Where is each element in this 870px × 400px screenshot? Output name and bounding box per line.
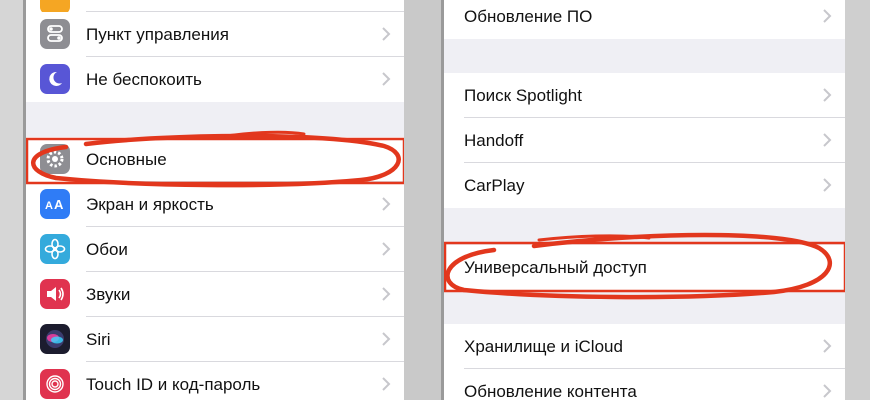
settings-row-do-not-disturb[interactable]: Не беспокоить <box>26 57 407 102</box>
settings-row-siri[interactable]: Siri <box>26 317 407 362</box>
flower-icon <box>40 234 70 264</box>
chevron-right-icon <box>823 384 832 398</box>
svg-text:A: A <box>45 200 53 212</box>
settings-row-label: Touch ID и код-пароль <box>86 374 261 394</box>
control-center-icon <box>40 19 70 49</box>
settings-row-label: Хранилище и iCloud <box>464 336 623 356</box>
moon-icon <box>40 64 70 94</box>
settings-row-label: Обои <box>86 239 128 259</box>
siri-icon <box>40 324 70 354</box>
settings-row-storage-icloud[interactable]: Хранилище и iCloud <box>444 324 848 369</box>
settings-row-handoff[interactable]: Handoff <box>444 118 848 163</box>
chevron-right-icon <box>823 339 832 353</box>
settings-row-sounds[interactable]: Звуки <box>26 272 407 317</box>
settings-row-label: Не беспокоить <box>86 69 202 89</box>
fingerprint-icon <box>40 369 70 399</box>
chevron-right-icon <box>382 377 391 391</box>
settings-row-label: Основные <box>86 149 167 169</box>
settings-row-label: Siri <box>86 329 111 349</box>
right-settings-screen: Обновление ПО Поиск Spotlight Handoff Ca… <box>441 0 848 400</box>
left-settings-screen: Пункт управления Не беспокоить Основные … <box>23 0 410 400</box>
settings-row-label: Поиск Spotlight <box>464 85 582 105</box>
chevron-right-icon <box>382 287 391 301</box>
chevron-right-icon <box>823 9 832 23</box>
chevron-right-icon <box>382 242 391 256</box>
settings-row-label: Handoff <box>464 130 524 150</box>
phone-frame-edge <box>845 0 870 400</box>
chevron-right-icon <box>382 332 391 346</box>
text-size-icon: A A <box>40 189 70 219</box>
gear-icon <box>40 144 70 174</box>
settings-row-label: CarPlay <box>464 175 525 195</box>
chevron-right-icon <box>823 133 832 147</box>
settings-row-label: Пункт управления <box>86 24 229 44</box>
settings-row-general[interactable]: Основные <box>26 137 407 182</box>
settings-row-background-refresh[interactable]: Обновление контента <box>444 369 848 400</box>
svg-text:A: A <box>54 197 64 212</box>
chevron-right-icon <box>382 27 391 41</box>
chevron-right-icon <box>823 178 832 192</box>
chevron-right-icon <box>823 88 832 102</box>
settings-row-label: Звуки <box>86 284 131 304</box>
settings-row-software-update[interactable]: Обновление ПО <box>444 0 848 39</box>
settings-row-control-center[interactable]: Пункт управления <box>26 12 407 57</box>
phone-frame-gap <box>404 0 441 400</box>
settings-row-label: Экран и яркость <box>86 194 214 214</box>
settings-row-accessibility[interactable]: Универсальный доступ <box>444 245 848 290</box>
chevron-right-icon <box>382 197 391 211</box>
settings-row-label: Обновление ПО <box>464 6 593 26</box>
settings-row-label: Универсальный доступ <box>464 257 647 277</box>
speaker-icon <box>40 279 70 309</box>
settings-row-spotlight[interactable]: Поиск Spotlight <box>444 73 848 118</box>
settings-row-wallpaper[interactable]: Обои <box>26 227 407 272</box>
settings-row-label: Обновление контента <box>464 381 637 400</box>
chevron-right-icon <box>382 72 391 86</box>
partial-row-top <box>26 0 407 14</box>
settings-row-touch-id[interactable]: Touch ID и код-пароль <box>26 362 407 400</box>
settings-row-display[interactable]: A A Экран и яркость <box>26 182 407 227</box>
settings-row-carplay[interactable]: CarPlay <box>444 163 848 208</box>
